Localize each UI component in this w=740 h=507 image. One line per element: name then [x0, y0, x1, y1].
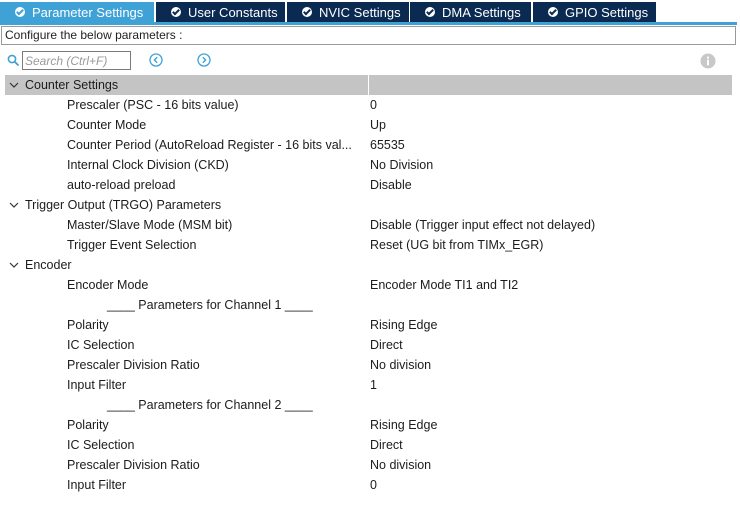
param-value[interactable]: Reset (UG bit from TIMx_EGR) [370, 235, 543, 255]
param-row[interactable]: Prescaler (PSC - 16 bits value) 0 [5, 95, 732, 115]
check-circle-icon [548, 7, 558, 17]
group-counter-settings[interactable]: Counter Settings [5, 75, 732, 95]
param-value[interactable]: Encoder Mode TI1 and TI2 [370, 275, 518, 295]
param-label: Polarity [67, 318, 109, 332]
check-circle-icon [171, 7, 181, 17]
param-row[interactable]: Input Filter 1 [5, 375, 732, 395]
param-row[interactable]: IC Selection Direct [5, 335, 732, 355]
param-row[interactable]: Trigger Event Selection Reset (UG bit fr… [5, 235, 732, 255]
param-row[interactable]: Polarity Rising Edge [5, 415, 732, 435]
param-value[interactable]: 0 [370, 95, 377, 115]
tab-label: GPIO Settings [565, 4, 649, 20]
chevron-right-circle-icon[interactable] [197, 53, 211, 67]
param-label: IC Selection [67, 438, 135, 452]
chevron-down-icon [9, 82, 19, 88]
param-value[interactable]: Disable [370, 175, 412, 195]
param-value[interactable]: No division [370, 455, 431, 475]
check-circle-icon [302, 7, 312, 17]
tab-label: DMA Settings [442, 4, 521, 20]
param-label: Master/Slave Mode (MSM bit) [67, 218, 233, 232]
group-title: Encoder [25, 258, 72, 272]
param-row[interactable]: Polarity Rising Edge [5, 315, 732, 335]
param-label: Encoder Mode [67, 278, 149, 292]
tab-bar: Parameter Settings User Constants NVIC S… [0, 0, 740, 22]
channel-heading-text: ____ Parameters for Channel 1 ____ [107, 298, 313, 312]
param-label: Internal Clock Division (CKD) [67, 158, 229, 172]
group-trgo-parameters[interactable]: Trigger Output (TRGO) Parameters [5, 195, 732, 215]
column-divider [368, 75, 369, 95]
tab-gpio-settings[interactable]: GPIO Settings [533, 2, 656, 22]
param-label: Polarity [67, 418, 109, 432]
tab-label: NVIC Settings [319, 4, 401, 20]
param-value[interactable]: No division [370, 355, 431, 375]
chevron-down-icon [9, 202, 19, 208]
param-label: IC Selection [67, 338, 135, 352]
param-value[interactable]: No Division [370, 155, 433, 175]
chevron-down-icon [9, 262, 19, 268]
param-row[interactable]: Internal Clock Division (CKD) No Divisio… [5, 155, 732, 175]
info-icon[interactable] [700, 53, 716, 69]
param-row[interactable]: Encoder Mode Encoder Mode TI1 and TI2 [5, 275, 732, 295]
param-value[interactable]: Direct [370, 435, 403, 455]
param-value[interactable]: 0 [370, 475, 377, 495]
param-value[interactable]: Disable (Trigger input effect not delaye… [370, 215, 595, 235]
group-encoder[interactable]: Encoder [5, 255, 732, 275]
param-value[interactable]: Rising Edge [370, 415, 437, 435]
group-title: Trigger Output (TRGO) Parameters [25, 198, 222, 212]
param-label: Input Filter [67, 378, 127, 392]
param-row[interactable]: Master/Slave Mode (MSM bit) Disable (Tri… [5, 215, 732, 235]
search-input[interactable] [22, 51, 131, 70]
tab-underline [0, 22, 737, 25]
param-row[interactable]: Counter Period (AutoReload Register - 16… [5, 135, 732, 155]
param-label: Prescaler (PSC - 16 bits value) [67, 98, 239, 112]
param-value[interactable]: Direct [370, 335, 403, 355]
tab-dma-settings[interactable]: DMA Settings [410, 2, 531, 22]
param-label: Counter Mode [67, 118, 147, 132]
tab-user-constants[interactable]: User Constants [156, 2, 285, 22]
param-value[interactable]: Rising Edge [370, 315, 437, 335]
search-icon [7, 54, 20, 67]
config-description: Configure the below parameters : [1, 26, 736, 45]
channel-heading-text: ____ Parameters for Channel 2 ____ [107, 398, 313, 412]
param-value[interactable]: 65535 [370, 135, 405, 155]
param-label: Trigger Event Selection [67, 238, 197, 252]
tab-label: User Constants [188, 4, 278, 20]
param-value[interactable]: Up [370, 115, 386, 135]
tab-nvic-settings[interactable]: NVIC Settings [287, 2, 409, 22]
param-row[interactable]: Counter Mode Up [5, 115, 732, 135]
channel-1-heading: ____ Parameters for Channel 1 ____ [5, 295, 732, 315]
param-value[interactable]: 1 [370, 375, 377, 395]
tab-label: Parameter Settings [32, 4, 144, 20]
check-circle-icon [15, 7, 25, 17]
param-label: auto-reload preload [67, 178, 176, 192]
group-title: Counter Settings [25, 78, 119, 92]
param-row[interactable]: auto-reload preload Disable [5, 175, 732, 195]
param-label: Prescaler Division Ratio [67, 358, 200, 372]
param-row[interactable]: Input Filter 0 [5, 475, 732, 495]
param-row[interactable]: IC Selection Direct [5, 435, 732, 455]
param-label: Input Filter [67, 478, 127, 492]
param-row[interactable]: Prescaler Division Ratio No division [5, 455, 732, 475]
param-label: Prescaler Division Ratio [67, 458, 200, 472]
channel-2-heading: ____ Parameters for Channel 2 ____ [5, 395, 732, 415]
check-circle-icon [425, 7, 435, 17]
tab-parameter-settings[interactable]: Parameter Settings [0, 2, 154, 22]
param-label: Counter Period (AutoReload Register - 16… [67, 138, 352, 152]
param-row[interactable]: Prescaler Division Ratio No division [5, 355, 732, 375]
chevron-left-circle-icon[interactable] [149, 53, 163, 67]
